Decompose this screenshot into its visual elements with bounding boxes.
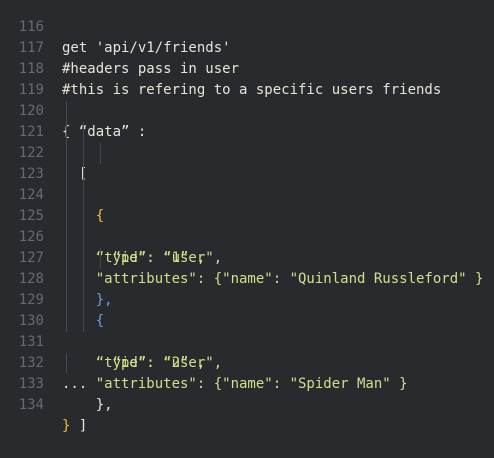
indent-guide bbox=[66, 143, 67, 164]
code-text: } bbox=[62, 418, 71, 434]
indent-guide bbox=[83, 164, 84, 185]
indent-guide bbox=[83, 206, 84, 227]
code-line[interactable]: 120 { “data” : bbox=[0, 80, 494, 140]
indent-guide bbox=[66, 206, 67, 227]
indent-guide bbox=[66, 122, 67, 143]
indent-guide bbox=[83, 290, 84, 311]
indent-guide bbox=[66, 269, 67, 290]
indent-guide bbox=[83, 143, 84, 164]
indent-guide bbox=[100, 143, 101, 164]
code-line[interactable]: 119 bbox=[0, 59, 494, 98]
indent-guide bbox=[83, 311, 84, 332]
indent-guide bbox=[100, 248, 101, 269]
code-line[interactable]: 126 }, bbox=[0, 206, 494, 308]
code-line[interactable]: 128 “id”: “2” , bbox=[0, 248, 494, 371]
code-line[interactable]: 125 "attributes": {"name": "Quinland Rus… bbox=[0, 185, 494, 287]
indent-guide bbox=[83, 269, 84, 290]
code-line[interactable]: 134 } bbox=[0, 374, 494, 434]
code-line[interactable]: 132 ... bbox=[0, 332, 494, 392]
line-number: 134 bbox=[18, 397, 44, 413]
code-line[interactable]: 122 { bbox=[0, 122, 494, 224]
code-line[interactable]: 121 [ bbox=[0, 101, 494, 182]
code-line[interactable]: 123 “id”: “1” , bbox=[0, 143, 494, 266]
code-line[interactable]: 127 { bbox=[0, 227, 494, 329]
indent-guide bbox=[83, 122, 84, 143]
code-line[interactable]: 116 get 'api/v1/friends' bbox=[0, 0, 494, 56]
code-line[interactable]: 117 #headers pass in user bbox=[0, 17, 494, 77]
indent-guide bbox=[83, 227, 84, 248]
code-line[interactable]: 130 "attributes": {"name": "Spider Man" … bbox=[0, 290, 494, 392]
indent-guide bbox=[66, 248, 67, 269]
indent-guide bbox=[66, 164, 67, 185]
code-line[interactable]: 124 “type": "user", bbox=[0, 164, 494, 266]
indent-guide bbox=[66, 311, 67, 332]
code-line[interactable]: 118 #this is refering to a specific user… bbox=[0, 38, 494, 98]
indent-guide bbox=[66, 185, 67, 206]
code-editor[interactable]: 116 get 'api/v1/friends' 117 #headers pa… bbox=[0, 0, 494, 434]
code-text: }, bbox=[62, 397, 113, 413]
code-line[interactable]: 133 ] bbox=[0, 353, 494, 434]
indent-guide bbox=[66, 227, 67, 248]
indent-guide bbox=[66, 290, 67, 311]
code-line[interactable]: 131 }, bbox=[0, 311, 494, 413]
indent-guide bbox=[66, 353, 67, 374]
code-line[interactable]: 129 “type": "user", bbox=[0, 269, 494, 371]
indent-guide bbox=[83, 185, 84, 206]
indent-guide bbox=[66, 101, 67, 122]
indent-guide bbox=[83, 248, 84, 269]
